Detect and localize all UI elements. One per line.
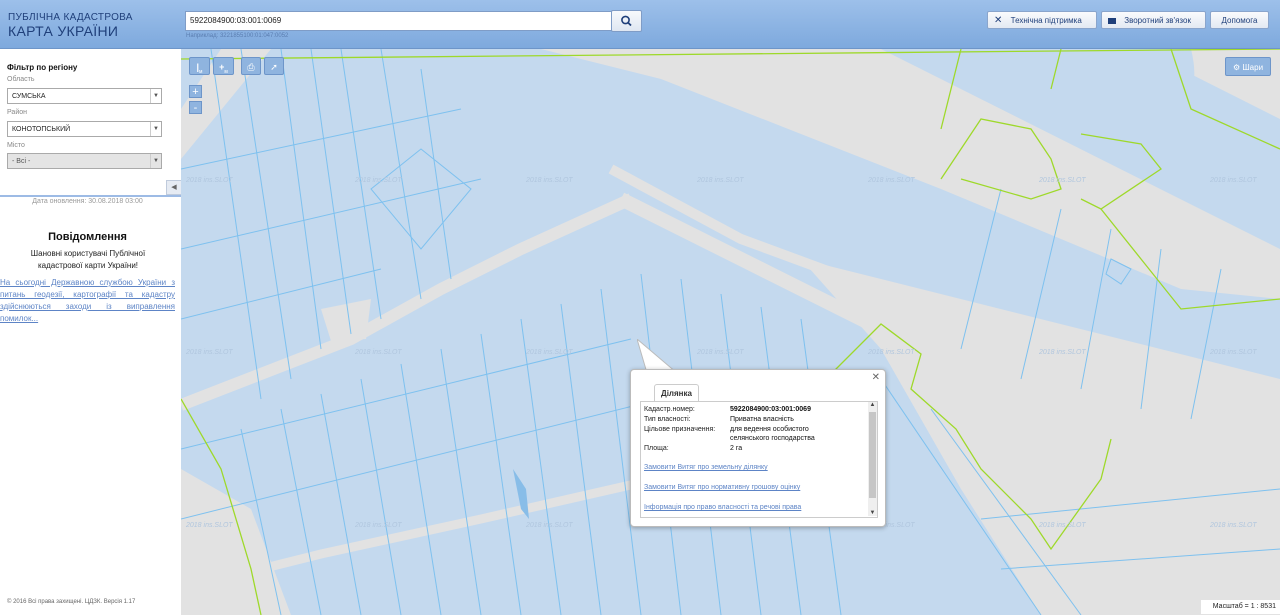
watermark: 2018 ins.SLOT [354,349,402,356]
row-label: Тип власності: [644,416,691,423]
city-value: - Всі - [12,158,31,165]
watermark: 2018 ins.SLOT [354,177,402,184]
city-select[interactable]: - Всі - ▼ [7,153,162,169]
watermark: 2018 ins.SLOT [1038,522,1086,529]
feedback-button[interactable]: Зворотний зв'язок [1101,11,1206,29]
parcel-info-popup: ✕ Ділянка Кадастр.номер: 5922084900:03:0… [630,369,886,527]
watermark: 2018 ins.SLOT [696,177,744,184]
copyright: © 2016 Всі права захищені. ЦДЗК. Версія … [7,599,136,605]
watermark: 2018 ins.SLOT [867,349,915,356]
chevron-down-icon: ▼ [150,122,161,136]
watermark: 2018 ins.SLOT [525,349,573,356]
watermark: 2018 ins.SLOT [867,177,915,184]
region-label: Область [7,76,35,83]
scroll-down-icon[interactable]: ▼ [868,510,877,516]
tools-icon: ✕ [994,15,1003,26]
app-header: ПУБЛІЧНА КАДАСТРОВА КАРТА УКРАЇНИ 592208… [0,0,1280,49]
watermark: 2018 ins.SLOT [1209,177,1257,184]
purpose-value: для ведення особистого селянського госпо… [730,426,815,442]
watermark: 2018 ins.SLOT [1038,177,1086,184]
map-canvas[interactable]: 2018 ins.SLOT 2018 ins.SLOT 2018 ins.SLO… [181,49,1280,615]
sidebar-divider [0,195,181,197]
ownership-info-link[interactable]: Інформація про право власності та речові… [644,504,801,511]
zoom-out-button[interactable]: - [189,101,202,114]
watermark: 2018 ins.SLOT [525,177,573,184]
district-value: КОНОТОПСЬКИЙ [12,126,71,133]
ruler-unit: м [199,68,203,75]
popup-pointer [637,339,677,373]
close-icon[interactable]: ✕ [872,372,880,383]
watermark: 2018 ins.SLOT [354,522,402,529]
search-hint: Наприклад: 3221855100:01:047:0052 [186,33,289,39]
layers-label: Шари [1242,63,1264,72]
water-feature [1131,561,1203,615]
row-label: Цільове призначення: [644,426,716,433]
row-label: Кадастр.номер: [644,406,695,413]
scrollbar-thumb[interactable] [869,412,876,498]
ownership-type-value: Приватна власність [730,416,794,423]
watermark: 2018 ins.SLOT [185,349,233,356]
district-select[interactable]: КОНОТОПСЬКИЙ ▼ [7,121,162,137]
watermark: 2018 ins.SLOT [1209,349,1257,356]
notice-text: Шановні користувачі Публічної кадастрово… [30,249,146,270]
logo-line1: ПУБЛІЧНА КАДАСТРОВА [8,12,133,23]
city-label: Місто [7,142,25,149]
watermark: 2018 ins.SLOT [525,522,573,529]
order-valuation-link[interactable]: Замовити Витяг про нормативну грошову оц… [644,484,800,491]
notice-title: Повідомлення [48,231,127,243]
measure-area-button[interactable]: +м [213,57,234,75]
watermark: 2018 ins.SLOT [1038,349,1086,356]
watermark: 2018 ins.SLOT [185,522,233,529]
region-value: СУМСЬКА [12,93,46,100]
chevron-down-icon: ▼ [150,89,161,103]
help-button[interactable]: Допомога [1210,11,1269,29]
area-value: 2 га [730,445,743,452]
zoom-in-button[interactable]: + [189,85,202,98]
notice-link[interactable]: На сьогодні Державною службою України з … [0,277,175,325]
tech-support-button[interactable]: ✕ Технічна підтримка [987,11,1097,29]
cadastral-number-value: 5922084900:03:001:0069 [730,406,811,413]
popup-body: Кадастр.номер: 5922084900:03:001:0069 Ти… [640,401,878,518]
layers-button[interactable]: ⚙ Шари [1225,57,1271,76]
chevron-down-icon: ▼ [150,154,161,168]
scroll-up-icon[interactable]: ▲ [868,402,877,408]
area-unit: м [224,68,228,75]
region-select[interactable]: СУМСЬКА ▼ [7,88,162,104]
cursor-question-icon: ➚ [270,62,278,72]
cadastral-search-input[interactable]: 5922084900:03:001:0069 [185,11,615,31]
map-scale: Масштаб = 1 : 8531 [1201,600,1280,614]
printer-icon: ⎙ [247,62,255,72]
envelope-icon [1108,17,1116,24]
tab-parcel[interactable]: Ділянка [654,384,699,402]
filter-title: Фільтр по регіону [7,63,78,72]
collapse-sidebar-button[interactable]: ◀ [166,180,182,195]
measure-distance-button[interactable]: |м [189,57,210,75]
sidebar: Фільтр по регіону Область СУМСЬКА ▼ Райо… [0,49,182,615]
watermark: 2018 ins.SLOT [185,177,233,184]
order-extract-link[interactable]: Замовити Витяг про земельну ділянку [644,464,768,471]
identify-button[interactable]: ➚ [264,57,284,75]
search-button[interactable] [611,10,642,32]
tech-support-label: Технічна підтримка [1010,16,1082,25]
popup-scrollbar[interactable]: ▲ ▼ [868,402,877,516]
watermark: 2018 ins.SLOT [696,349,744,356]
logo-line2: КАРТА УКРАЇНИ [8,23,119,39]
watermark: 2018 ins.SLOT [1209,522,1257,529]
row-label: Площа: [644,445,669,452]
district-label: Район [7,109,27,116]
print-button[interactable]: ⎙ [241,57,261,75]
cadastral-map[interactable]: 2018 ins.SLOT 2018 ins.SLOT 2018 ins.SLO… [181,49,1280,615]
feedback-label: Зворотний зв'язок [1124,16,1191,25]
app-logo[interactable]: ПУБЛІЧНА КАДАСТРОВА КАРТА УКРАЇНИ [8,12,133,39]
update-date: Дата оновлення: 30.08.2018 03:00 [32,198,143,205]
search-icon [621,15,632,27]
gear-icon: ⚙ [1232,63,1241,72]
